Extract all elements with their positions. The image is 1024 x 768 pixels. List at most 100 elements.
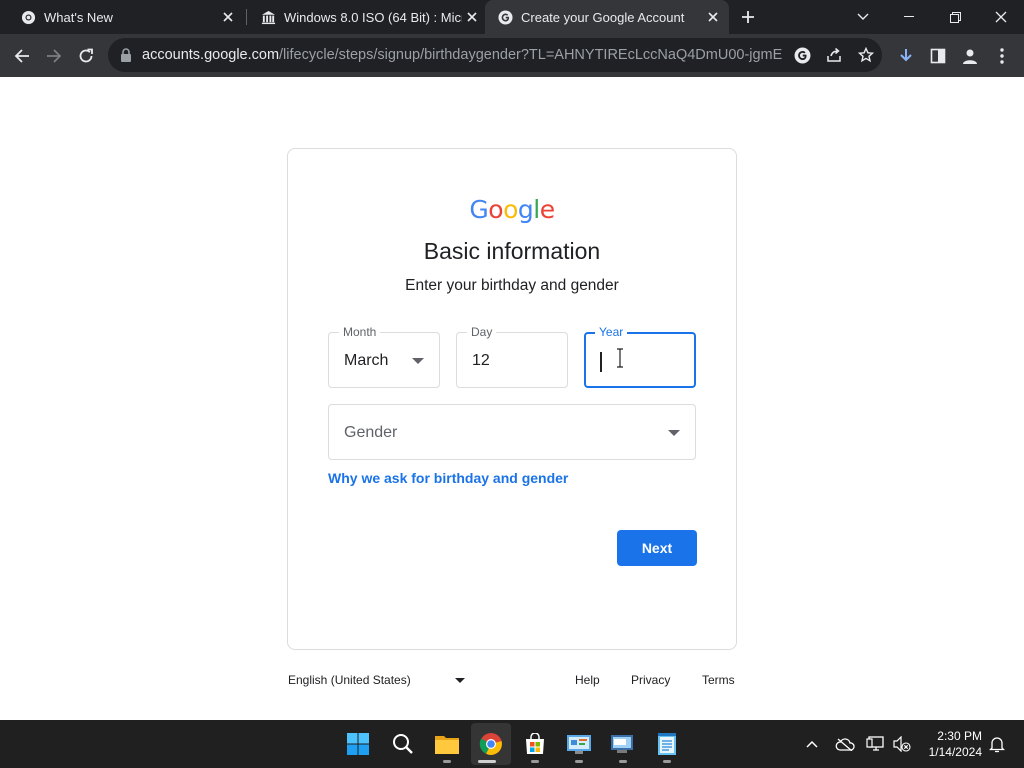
back-button[interactable]	[8, 42, 36, 70]
signup-card: Google Basic information Enter your birt…	[287, 148, 737, 650]
share-icon	[827, 47, 841, 62]
month-value: March	[344, 352, 389, 369]
language-selector[interactable]: English (United States)	[288, 673, 411, 687]
control-panel-icon[interactable]	[565, 730, 593, 758]
google-g-icon	[497, 9, 513, 25]
address-bar[interactable]: accounts.google.com/lifecycle/steps/sign…	[108, 38, 882, 72]
running-indicator	[478, 760, 496, 763]
notepad-icon[interactable]	[653, 730, 681, 758]
url-text[interactable]: accounts.google.com/lifecycle/steps/sign…	[142, 47, 782, 63]
year-label: Year	[595, 325, 628, 339]
page-title: Basic information	[423, 238, 601, 264]
next-button[interactable]: Next	[617, 530, 697, 566]
arrow-right-icon	[47, 49, 62, 63]
clock-time: 2:30 PM	[937, 729, 982, 743]
plus-icon	[742, 11, 754, 23]
file-explorer-icon[interactable]	[433, 730, 461, 758]
google-logo: Google	[288, 195, 736, 224]
running-indicator	[619, 760, 627, 763]
extension-download-button[interactable]	[892, 42, 920, 70]
footer-link-help[interactable]: Help	[575, 673, 600, 687]
menu-button[interactable]	[988, 42, 1016, 70]
archive-icon	[260, 9, 276, 25]
tab-whats-new[interactable]: What's New	[0, 0, 244, 34]
bookmark-button[interactable]	[852, 41, 880, 69]
restore-icon	[949, 11, 961, 23]
google-lens-button[interactable]	[788, 41, 816, 69]
footer-link-terms[interactable]: Terms	[702, 673, 735, 687]
network-icon[interactable]	[866, 734, 886, 754]
close-tab-icon[interactable]	[218, 7, 238, 27]
star-icon	[858, 47, 874, 63]
search-icon[interactable]	[389, 730, 417, 758]
logo-letter: o	[488, 195, 504, 224]
running-indicator	[443, 760, 451, 763]
logo-letter: o	[503, 195, 518, 224]
ibeam-cursor-icon	[617, 348, 623, 368]
reload-button[interactable]	[72, 42, 100, 70]
chrome-icon[interactable]	[477, 730, 505, 758]
taskbar: 2:30 PM 1/14/2024	[0, 720, 1024, 768]
why-we-ask-link[interactable]: Why we ask for birthday and gender	[328, 470, 568, 486]
google-g-icon	[794, 47, 810, 63]
restore-button[interactable]	[932, 0, 978, 34]
profile-button[interactable]	[956, 42, 984, 70]
reload-icon	[79, 48, 93, 63]
tab-search-button[interactable]	[840, 0, 886, 34]
remote-desktop-icon[interactable]	[609, 730, 637, 758]
chrome-icon	[20, 9, 36, 25]
browser-tab-strip: What's New Windows 8.0 ISO (64 Bit) : Mi…	[0, 0, 1024, 34]
footer-link-privacy[interactable]: Privacy	[631, 673, 670, 687]
lock-icon	[121, 48, 131, 62]
minimize-icon	[904, 16, 914, 17]
person-icon	[963, 49, 977, 64]
text-cursor	[600, 352, 602, 372]
system-clock[interactable]: 2:30 PM 1/14/2024	[912, 728, 982, 760]
chevron-down-icon	[857, 13, 869, 20]
windows-start-icon[interactable]	[344, 730, 372, 758]
logo-letter: G	[469, 195, 489, 224]
close-icon	[995, 11, 1007, 23]
gender-placeholder: Gender	[344, 424, 398, 441]
dropdown-arrow-icon	[668, 430, 680, 436]
new-tab-button[interactable]	[736, 5, 760, 29]
day-input[interactable]: Day 12	[456, 325, 568, 388]
share-button[interactable]	[820, 41, 848, 69]
volume-muted-icon[interactable]	[892, 734, 912, 754]
year-input[interactable]: Year	[584, 325, 696, 388]
notification-bell-icon[interactable]	[987, 734, 1007, 754]
forward-button[interactable]	[40, 42, 68, 70]
close-tab-icon[interactable]	[462, 7, 482, 27]
day-label: Day	[467, 325, 497, 339]
day-value: 12	[472, 352, 490, 369]
month-select[interactable]: Month March	[328, 325, 440, 388]
running-indicator	[575, 760, 583, 763]
url-path: /lifecycle/steps/signup/birthdaygender?T…	[279, 47, 782, 63]
tab-title: What's New	[44, 9, 113, 25]
show-hidden-icons-chevron-icon[interactable]	[802, 734, 822, 754]
onedrive-icon[interactable]	[835, 734, 855, 754]
dropdown-arrow-icon[interactable]	[455, 678, 465, 683]
arrow-left-icon	[14, 49, 29, 63]
microsoft-store-icon[interactable]	[521, 730, 549, 758]
tab-title: Create your Google Account	[521, 9, 685, 25]
side-panel-button[interactable]	[924, 42, 952, 70]
dropdown-arrow-icon	[412, 358, 424, 364]
tab-windows-iso[interactable]: Windows 8.0 ISO (64 Bit) : Micro	[240, 0, 488, 34]
side-panel-icon	[930, 48, 946, 64]
download-arrow-icon	[900, 49, 912, 62]
gender-select[interactable]: Gender	[328, 404, 696, 460]
running-indicator	[663, 760, 671, 763]
url-host: accounts.google.com	[142, 47, 280, 63]
tab-create-google-account[interactable]: Create your Google Account	[485, 0, 729, 34]
minimize-button[interactable]	[886, 0, 932, 34]
close-window-button[interactable]	[978, 0, 1024, 34]
month-label: Month	[339, 325, 381, 339]
page-subtitle: Enter your birthday and gender	[405, 277, 619, 294]
logo-letter: g	[517, 195, 534, 224]
close-tab-icon[interactable]	[703, 7, 723, 27]
running-indicator	[531, 760, 539, 763]
more-vert-icon	[1000, 48, 1004, 64]
tab-title: Windows 8.0 ISO (64 Bit) : Micro	[284, 9, 462, 25]
logo-letter: e	[539, 195, 555, 224]
